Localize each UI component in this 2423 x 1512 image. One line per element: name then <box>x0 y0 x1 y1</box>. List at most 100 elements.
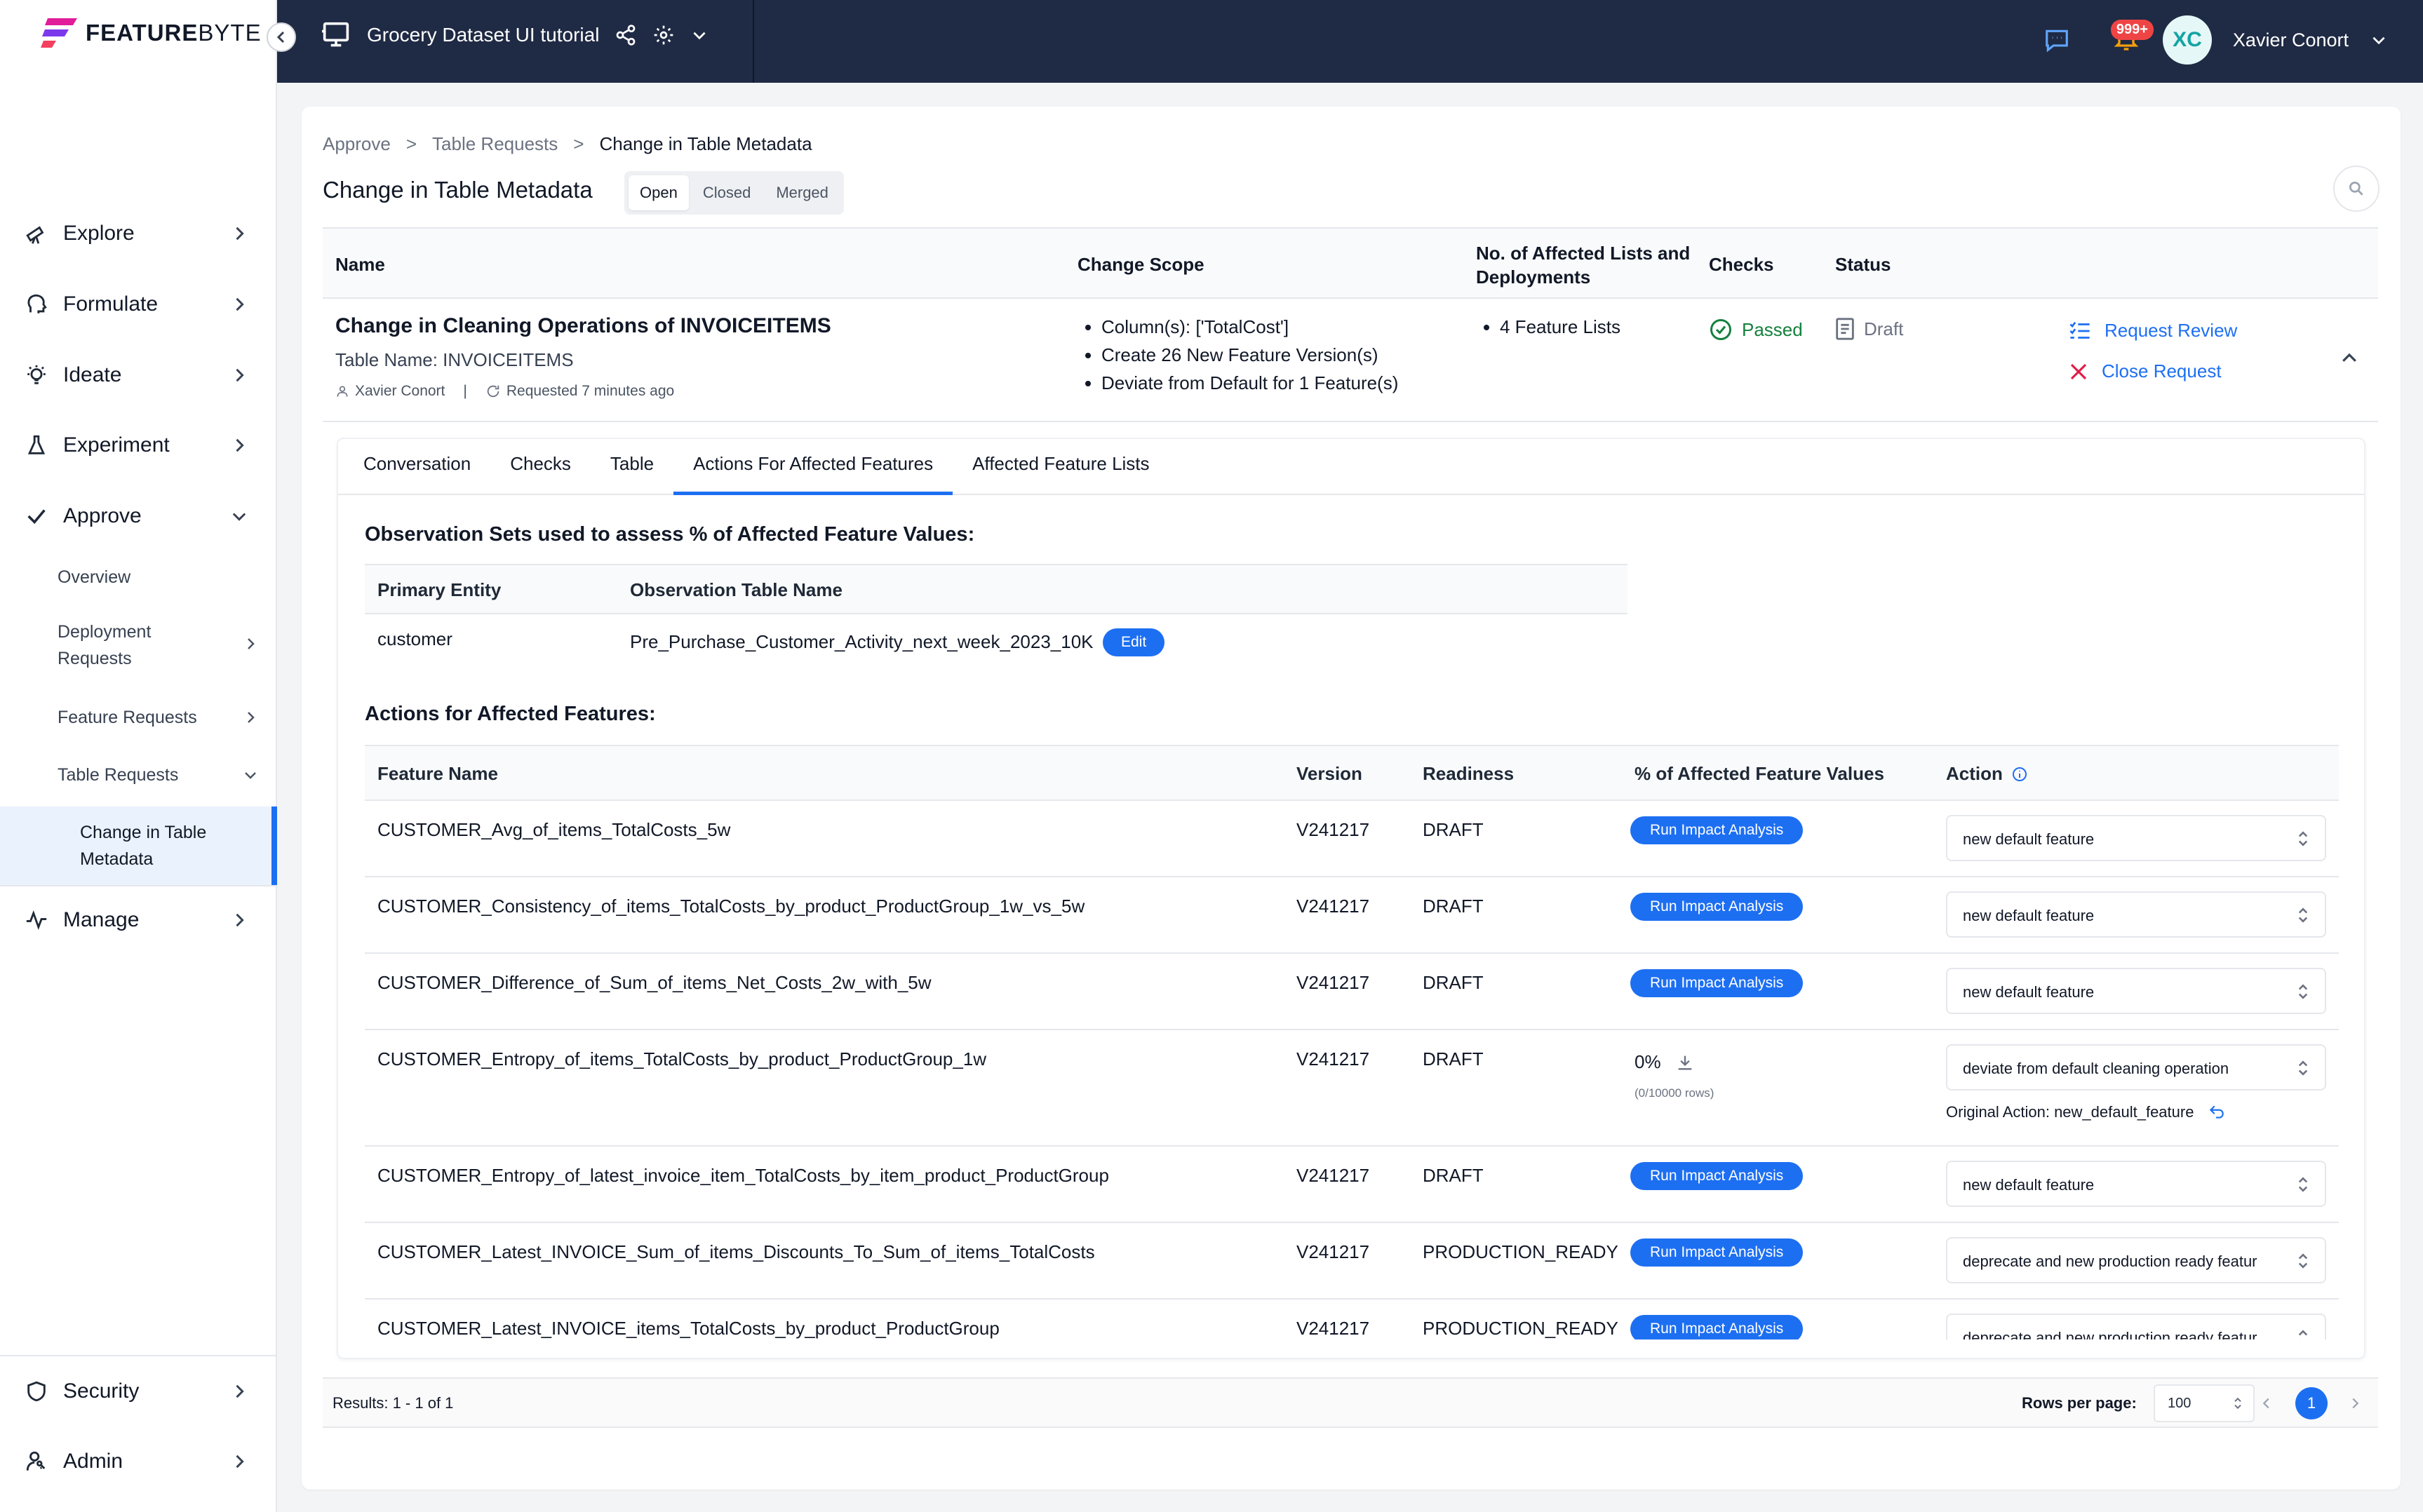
chevron-right-icon[interactable] <box>2347 1396 2363 1411</box>
collapse-sidebar-button[interactable] <box>267 22 296 52</box>
table-row[interactable]: CUSTOMER_Latest_INVOICE_Sum_of_items_Dis… <box>365 1223 2339 1300</box>
table-row[interactable]: CUSTOMER_Avg_of_items_TotalCosts_5w V241… <box>365 801 2339 877</box>
nav-security[interactable]: Security <box>0 1365 277 1418</box>
action-select[interactable]: deprecate and new production ready featu… <box>1946 1314 2326 1339</box>
nav-manage[interactable]: Manage <box>0 893 277 947</box>
tab-table[interactable]: Table <box>591 439 673 495</box>
feature-name[interactable]: CUSTOMER_Entropy_of_items_TotalCosts_by_… <box>377 1048 986 1070</box>
nav-experiment[interactable]: Experiment <box>0 419 277 472</box>
logo[interactable]: FEATUREBYTE <box>41 15 262 50</box>
feature-name[interactable]: CUSTOMER_Difference_of_Sum_of_items_Net_… <box>377 972 932 994</box>
breadcrumb-approve[interactable]: Approve <box>323 133 391 155</box>
chevron-down-icon <box>232 513 246 521</box>
chevron-up-icon[interactable] <box>2339 348 2360 369</box>
filter-closed[interactable]: Closed <box>692 175 762 210</box>
sub-change-in-table-metadata[interactable]: Change in Table Metadata <box>0 806 277 885</box>
run-impact-analysis-button[interactable]: Run Impact Analysis <box>1630 1315 1804 1339</box>
chevron-left-icon[interactable] <box>2259 1396 2274 1411</box>
user-name[interactable]: Xavier Conort <box>2233 29 2349 51</box>
edit-button[interactable]: Edit <box>1103 628 1165 656</box>
table-row[interactable]: CUSTOMER_Entropy_of_latest_invoice_item_… <box>365 1147 2339 1223</box>
action-select[interactable]: new default feature <box>1946 815 2326 861</box>
filter-open[interactable]: Open <box>629 175 689 210</box>
nav-explore[interactable]: Explore <box>0 207 277 260</box>
action-select[interactable]: new default feature <box>1946 968 2326 1014</box>
tab-actions-for-affected-features[interactable]: Actions For Affected Features <box>673 439 953 495</box>
sub-feature-requests[interactable]: Feature Requests <box>0 704 277 731</box>
tab-conversation[interactable]: Conversation <box>344 439 490 495</box>
actions-title: Actions for Affected Features: <box>365 703 656 725</box>
sub-table-requests[interactable]: Table Requests <box>0 762 277 788</box>
table-row[interactable]: CUSTOMER_Difference_of_Sum_of_items_Net_… <box>365 954 2339 1030</box>
select-arrows-icon <box>2295 1251 2311 1271</box>
download-icon[interactable] <box>1675 1053 1695 1072</box>
chevron-right-icon <box>236 1454 244 1469</box>
run-impact-analysis-button[interactable]: Run Impact Analysis <box>1630 1162 1804 1190</box>
feature-name[interactable]: CUSTOMER_Latest_INVOICE_Sum_of_items_Dis… <box>377 1241 1095 1263</box>
header-observation-table: Observation Table Name <box>630 579 843 600</box>
page-number[interactable]: 1 <box>2295 1387 2328 1419</box>
sub-overview[interactable]: Overview <box>0 564 277 590</box>
avatar[interactable]: XC <box>2162 15 2212 65</box>
select-arrows-icon <box>2295 982 2311 1001</box>
feature-version: V241217 <box>1296 1048 1370 1069</box>
action-select[interactable]: deprecate and new production ready featu… <box>1946 1237 2326 1283</box>
checks-status: Passed <box>1708 317 1803 342</box>
rows-per-page-select[interactable]: 100 <box>2154 1384 2255 1422</box>
table-row[interactable]: CUSTOMER_Entropy_of_items_TotalCosts_by_… <box>365 1030 2339 1147</box>
info-icon[interactable] <box>2011 766 2028 783</box>
nav-ideate[interactable]: Ideate <box>0 349 277 402</box>
breadcrumb-table-requests[interactable]: Table Requests <box>432 133 558 155</box>
action-select[interactable]: new default feature <box>1946 891 2326 938</box>
feature-name[interactable]: CUSTOMER_Latest_INVOICE_items_TotalCosts… <box>377 1318 1000 1339</box>
page-title: Change in Table Metadata <box>323 177 593 203</box>
run-impact-analysis-button[interactable]: Run Impact Analysis <box>1630 893 1804 921</box>
tab-affected-feature-lists[interactable]: Affected Feature Lists <box>953 439 1169 495</box>
nav-ideate-label: Ideate <box>63 363 122 386</box>
main-card: Approve > Table Requests > Change in Tab… <box>302 107 2401 1490</box>
gear-icon[interactable] <box>652 24 675 46</box>
table-row[interactable]: CUSTOMER_Consistency_of_items_TotalCosts… <box>365 877 2339 954</box>
table-row[interactable]: CUSTOMER_Latest_INVOICE_items_TotalCosts… <box>365 1300 2339 1339</box>
run-impact-analysis-button[interactable]: Run Impact Analysis <box>1630 969 1804 997</box>
sub-overview-label: Overview <box>58 567 131 587</box>
pagination-bar: Results: 1 - 1 of 1 Rows per page: 100 1 <box>323 1377 2378 1428</box>
nav-admin[interactable]: Admin <box>0 1435 277 1488</box>
change-scope-list: Column(s): ['TotalCost'] Create 26 New F… <box>1078 313 1398 397</box>
search-button[interactable] <box>2333 166 2380 212</box>
share-icon[interactable] <box>615 24 637 46</box>
chevron-right-icon <box>236 438 244 452</box>
run-impact-analysis-button[interactable]: Run Impact Analysis <box>1630 816 1804 844</box>
notifications-button[interactable]: 999+ <box>2110 19 2154 57</box>
feature-version: V241217 <box>1296 1165 1370 1186</box>
feature-name[interactable]: CUSTOMER_Entropy_of_latest_invoice_item_… <box>377 1165 1109 1187</box>
filter-merged[interactable]: Merged <box>765 175 840 210</box>
action-select[interactable]: deviate from default cleaning operation <box>1946 1044 2326 1091</box>
nav-formulate[interactable]: Formulate <box>0 278 277 331</box>
request-name[interactable]: Change in Cleaning Operations of INVOICE… <box>335 314 831 338</box>
observation-header: Primary Entity Observation Table Name <box>365 564 1627 614</box>
nav-approve[interactable]: Approve <box>0 490 277 543</box>
observation-row: customer Pre_Purchase_Customer_Activity_… <box>365 614 1627 670</box>
tab-checks[interactable]: Checks <box>490 439 591 495</box>
project-selector[interactable]: Grocery Dataset UI tutorial <box>321 21 709 49</box>
request-row[interactable]: Change in Cleaning Operations of INVOICE… <box>323 299 2378 422</box>
feature-name[interactable]: CUSTOMER_Consistency_of_items_TotalCosts… <box>377 896 1085 917</box>
status-filter: Open Closed Merged <box>624 171 844 215</box>
breadcrumb-sep: > <box>405 133 417 154</box>
run-impact-analysis-button[interactable]: Run Impact Analysis <box>1630 1238 1804 1267</box>
select-arrows-icon <box>2295 1175 2311 1194</box>
feature-name[interactable]: CUSTOMER_Avg_of_items_TotalCosts_5w <box>377 819 730 841</box>
close-request-button[interactable]: Close Request <box>2068 360 2222 382</box>
divider <box>0 1355 277 1356</box>
sub-deployment-requests[interactable]: Deployment Requests <box>0 619 277 672</box>
undo-icon[interactable] <box>2208 1103 2226 1121</box>
sub-deployment-label-1: Deployment <box>58 622 152 642</box>
features-header: Feature Name Version Readiness % of Affe… <box>365 745 2339 801</box>
chevron-down-icon[interactable] <box>690 26 709 44</box>
action-select[interactable]: new default feature <box>1946 1161 2326 1207</box>
request-review-button[interactable]: Request Review <box>2068 320 2237 342</box>
chevron-down-icon[interactable] <box>2370 31 2388 49</box>
chat-icon[interactable] <box>2043 27 2070 53</box>
header-affected-pct: % of Affected Feature Values <box>1635 763 1884 784</box>
